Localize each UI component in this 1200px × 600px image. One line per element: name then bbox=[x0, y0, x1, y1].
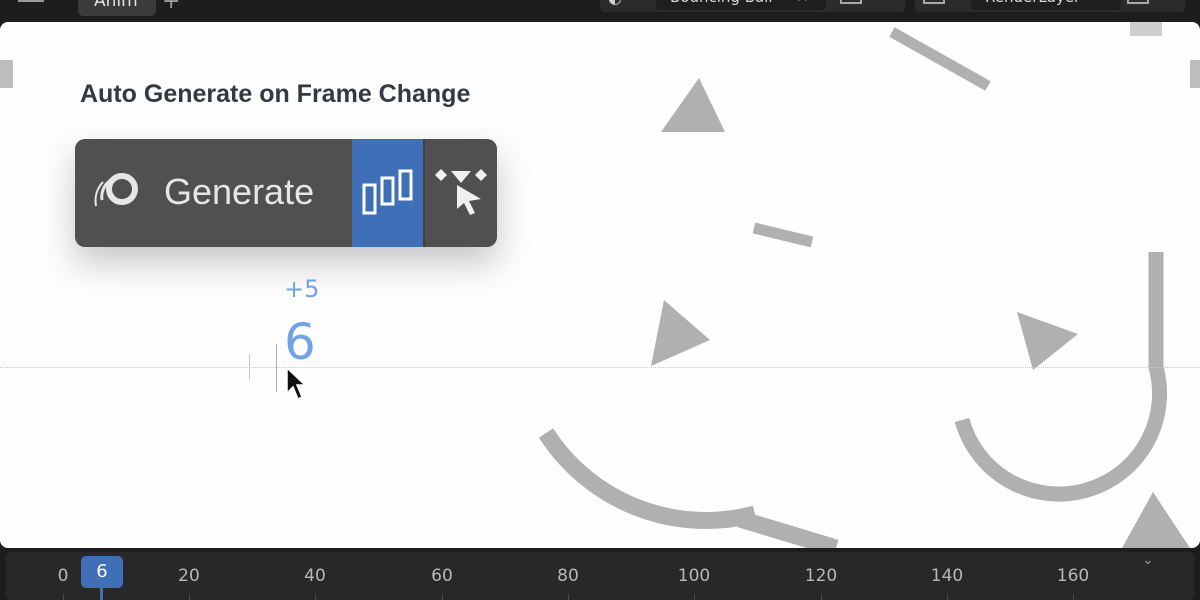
close-icon[interactable]: ✕ bbox=[796, 0, 809, 6]
ruler-label: 160 bbox=[1056, 566, 1090, 586]
ruler-label: 60 bbox=[431, 566, 453, 586]
decor-arc bbox=[538, 428, 758, 529]
decor-triangle bbox=[1122, 492, 1190, 548]
ruler-label: 20 bbox=[178, 566, 200, 586]
view-layer-selector[interactable]: RenderLayer bbox=[915, 0, 1185, 12]
generate-icon bbox=[94, 173, 138, 207]
chevron-down-icon[interactable]: ⌄ bbox=[1142, 552, 1164, 570]
ruler-tick bbox=[1073, 594, 1074, 600]
ruler-tick bbox=[694, 594, 695, 600]
current-frame-display: 6 bbox=[284, 313, 316, 371]
generate-button[interactable]: Generate bbox=[75, 139, 352, 247]
frame-tick bbox=[249, 354, 250, 380]
decor-bar bbox=[737, 510, 839, 548]
ruler-tick bbox=[315, 594, 316, 600]
copy-icon[interactable] bbox=[1127, 0, 1149, 4]
ruler-tick bbox=[189, 594, 190, 600]
ruler-label: 0 bbox=[57, 566, 69, 586]
ruler-tick bbox=[568, 594, 569, 600]
top-region-handle[interactable] bbox=[1130, 22, 1162, 36]
frame-tick bbox=[276, 344, 277, 392]
frame-delta-label: +5 bbox=[284, 275, 320, 303]
view-layer-name-field[interactable]: RenderLayer bbox=[971, 0, 1121, 10]
ruler-label: 140 bbox=[930, 566, 964, 586]
scene-icon[interactable]: ◐ bbox=[608, 0, 632, 6]
playhead-line bbox=[100, 588, 103, 600]
page-title: Auto Generate on Frame Change bbox=[80, 80, 471, 108]
decor-triangle bbox=[651, 300, 710, 366]
ruler-label: 120 bbox=[804, 566, 838, 586]
auto-generate-mode-icon bbox=[362, 169, 413, 215]
ruler-tick bbox=[63, 594, 64, 600]
playhead[interactable]: 6 bbox=[81, 556, 123, 588]
auto-generate-toggle[interactable] bbox=[352, 139, 423, 247]
decor-triangle bbox=[1017, 312, 1078, 370]
mouse-cursor-icon bbox=[286, 367, 307, 401]
decor-arc bbox=[954, 252, 1168, 502]
frame-ruler[interactable]: 0 20 40 60 80 100 120 140 160 ⌄ bbox=[6, 552, 1194, 600]
scene-selector[interactable]: ◐ Bouncing Ball ✕ bbox=[600, 0, 905, 12]
right-region-handle[interactable] bbox=[1190, 60, 1200, 88]
ruler-tick bbox=[821, 594, 822, 600]
left-region-handle[interactable] bbox=[0, 60, 13, 88]
viewport[interactable]: Auto Generate on Frame Change Generate +… bbox=[0, 22, 1200, 548]
hamburger-icon[interactable] bbox=[18, 0, 44, 8]
decor-bar bbox=[752, 222, 814, 248]
top-header-bar: Anim + ◐ Bouncing Ball ✕ RenderLayer bbox=[0, 0, 1200, 22]
ruler-label: 40 bbox=[304, 566, 326, 586]
copy-icon[interactable] bbox=[840, 0, 862, 4]
generate-label: Generate bbox=[164, 171, 315, 212]
ruler-label: 100 bbox=[677, 566, 711, 586]
plus-icon[interactable]: + bbox=[162, 0, 180, 13]
ruler-label: 80 bbox=[557, 566, 579, 586]
pick-selection-icon bbox=[435, 169, 487, 215]
decor-bar bbox=[889, 27, 991, 91]
timeline-bar: 0 20 40 60 80 100 120 140 160 ⌄ 6 bbox=[0, 548, 1200, 600]
pick-selection-button[interactable] bbox=[423, 139, 497, 247]
frame-axis-line bbox=[0, 367, 1200, 368]
layers-icon[interactable] bbox=[923, 0, 945, 4]
ruler-tick bbox=[947, 594, 948, 600]
decor-triangle bbox=[661, 78, 725, 132]
generate-toolbar: Generate bbox=[75, 139, 497, 247]
tab-anim[interactable]: Anim bbox=[78, 0, 156, 16]
ruler-tick bbox=[442, 594, 443, 600]
